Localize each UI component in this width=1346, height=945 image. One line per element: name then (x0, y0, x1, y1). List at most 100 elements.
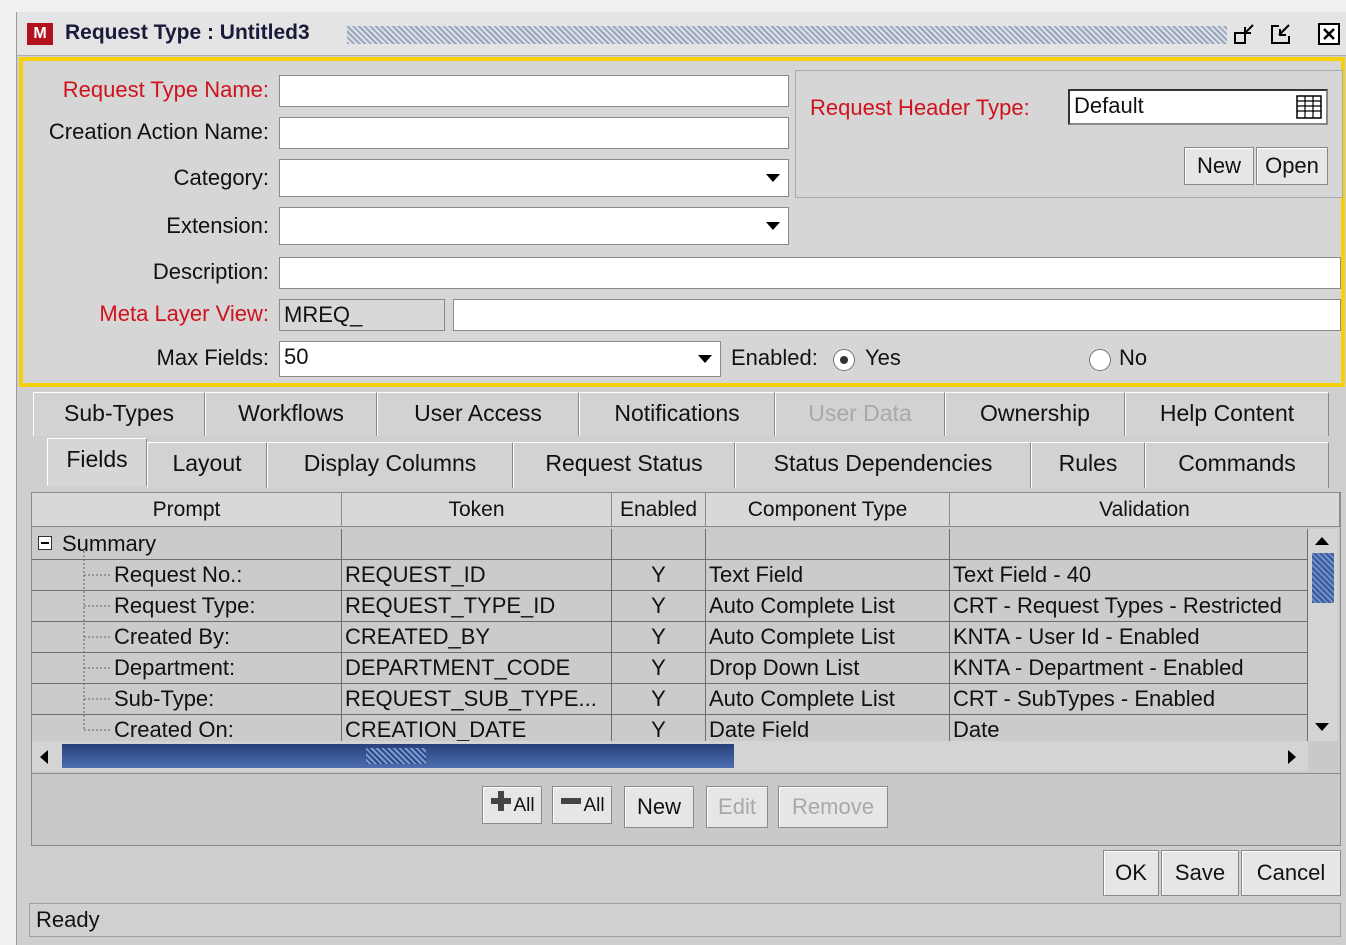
extension-dropdown[interactable] (279, 207, 789, 245)
column-header-enabled[interactable]: Enabled (612, 493, 706, 527)
scroll-left-icon[interactable] (36, 747, 52, 772)
request-type-name-label: Request Type Name: (62, 77, 269, 102)
token-cell: CREATED_BY (342, 622, 612, 653)
tab-workflows[interactable]: Workflows (205, 392, 377, 436)
enabled-cell: Y (612, 622, 706, 653)
expand-all-label: All (513, 795, 535, 817)
scroll-up-icon[interactable] (1312, 533, 1332, 554)
tab-rules[interactable]: Rules (1031, 442, 1145, 488)
vertical-scroll-thumb[interactable] (1312, 553, 1334, 603)
expand-all-button[interactable]: All (482, 786, 542, 824)
window-title: Request Type : Untitled3 (65, 21, 320, 45)
max-fields-value: 50 (284, 344, 309, 369)
grid-edit-button: Edit (706, 786, 768, 828)
tab-user-access[interactable]: User Access (377, 392, 579, 436)
scroll-right-icon[interactable] (1284, 747, 1300, 772)
group-row-cell (342, 529, 612, 560)
request-type-header-form: Request Type Name: Creation Action Name:… (19, 57, 1345, 387)
collapse-all-label: All (583, 795, 605, 817)
tab-layout[interactable]: Layout (147, 442, 267, 488)
restore-icon[interactable] (1269, 22, 1293, 46)
vertical-scrollbar[interactable] (1308, 529, 1338, 741)
category-label: Category: (173, 165, 269, 190)
enabled-cell: Y (612, 653, 706, 684)
tab-ownership[interactable]: Ownership (945, 392, 1125, 436)
column-header-token[interactable]: Token (342, 493, 612, 527)
header-new-button[interactable]: New (1184, 147, 1254, 185)
component-type-cell: Drop Down List (706, 653, 950, 684)
scroll-down-icon[interactable] (1312, 719, 1332, 740)
request-header-type-label: Request Header Type: (810, 95, 1030, 120)
tab-display-columns[interactable]: Display Columns (267, 442, 513, 488)
status-bar: Ready (29, 903, 1341, 937)
validation-cell: CRT - Request Types - Restricted (950, 591, 1308, 622)
column-header-component-type[interactable]: Component Type (706, 493, 950, 527)
meta-layer-view-label: Meta Layer View: (99, 301, 269, 326)
title-bar-pattern (347, 26, 1227, 44)
component-type-cell: Auto Complete List (706, 591, 950, 622)
collapse-all-button[interactable]: All (552, 786, 612, 824)
request-type-window: M Request Type : Untitled3 Request Type … (16, 12, 1346, 945)
group-row-cell (950, 529, 1308, 560)
tab-notifications[interactable]: Notifications (579, 392, 775, 436)
description-field[interactable] (279, 257, 1341, 289)
chevron-down-icon[interactable] (766, 222, 780, 230)
save-button[interactable]: Save (1161, 850, 1239, 896)
fields-table: Prompt Token Enabled Component Type Vali… (31, 492, 1341, 774)
title-bar[interactable]: M Request Type : Untitled3 (17, 12, 1346, 56)
request-header-type-value: Default (1074, 93, 1144, 118)
enabled-yes-label[interactable]: Yes (865, 345, 901, 371)
description-label: Description: (152, 259, 269, 284)
enabled-no-label[interactable]: No (1119, 345, 1147, 371)
chevron-down-icon[interactable] (698, 355, 712, 363)
request-header-type-field[interactable]: Default (1068, 89, 1328, 125)
meta-layer-view-field[interactable] (453, 299, 1341, 331)
grid-action-bar: All All New Edit Remove (31, 774, 1341, 846)
horizontal-scrollbar[interactable] (32, 741, 1308, 771)
tab-fields[interactable]: Fields (47, 438, 147, 486)
request-type-name-field[interactable] (279, 75, 789, 107)
enabled-cell: Y (612, 591, 706, 622)
close-icon[interactable] (1317, 22, 1341, 46)
meta-layer-view-prefix: MREQ_ (279, 299, 445, 331)
component-type-cell: Auto Complete List (706, 684, 950, 715)
column-header-validation[interactable]: Validation (950, 493, 1340, 527)
token-cell: REQUEST_TYPE_ID (342, 591, 612, 622)
token-cell: DEPARTMENT_CODE (342, 653, 612, 684)
cancel-button[interactable]: Cancel (1241, 850, 1341, 896)
header-open-button[interactable]: Open (1256, 147, 1328, 185)
group-row-cell (612, 529, 706, 560)
component-type-cell: Text Field (706, 560, 950, 591)
validation-cell: KNTA - Department - Enabled (950, 653, 1308, 684)
extension-label: Extension: (166, 213, 269, 238)
grid-new-button[interactable]: New (624, 786, 694, 828)
validation-cell: Text Field - 40 (950, 560, 1308, 591)
creation-action-name-field[interactable] (279, 117, 789, 149)
creation-action-name-label: Creation Action Name: (48, 119, 269, 144)
enabled-no-radio[interactable] (1089, 349, 1111, 371)
tab-request-status[interactable]: Request Status (513, 442, 735, 488)
minimize-icon[interactable] (1233, 22, 1257, 46)
tab-sub-types[interactable]: Sub-Types (33, 392, 205, 436)
plus-icon (489, 788, 513, 824)
list-picker-icon[interactable] (1296, 95, 1322, 127)
request-header-type-panel: Request Header Type: Default New Open (795, 70, 1343, 198)
ok-button[interactable]: OK (1103, 850, 1159, 896)
horizontal-scroll-thumb[interactable] (62, 744, 734, 768)
token-cell: REQUEST_SUB_TYPE... (342, 684, 612, 715)
minus-icon (559, 788, 583, 824)
app-logo-icon: M (27, 23, 53, 45)
tab-help-content[interactable]: Help Content (1125, 392, 1329, 436)
max-fields-dropdown[interactable]: 50 (279, 341, 721, 377)
token-cell: REQUEST_ID (342, 560, 612, 591)
component-type-cell: Auto Complete List (706, 622, 950, 653)
enabled-cell: Y (612, 560, 706, 591)
grid-remove-button: Remove (778, 786, 888, 828)
category-dropdown[interactable] (279, 159, 789, 197)
max-fields-label: Max Fields: (156, 345, 269, 370)
tab-status-dependencies[interactable]: Status Dependencies (735, 442, 1031, 488)
enabled-yes-radio[interactable] (833, 349, 855, 371)
enabled-cell: Y (612, 684, 706, 715)
chevron-down-icon[interactable] (766, 174, 780, 182)
tab-commands[interactable]: Commands (1145, 442, 1329, 488)
